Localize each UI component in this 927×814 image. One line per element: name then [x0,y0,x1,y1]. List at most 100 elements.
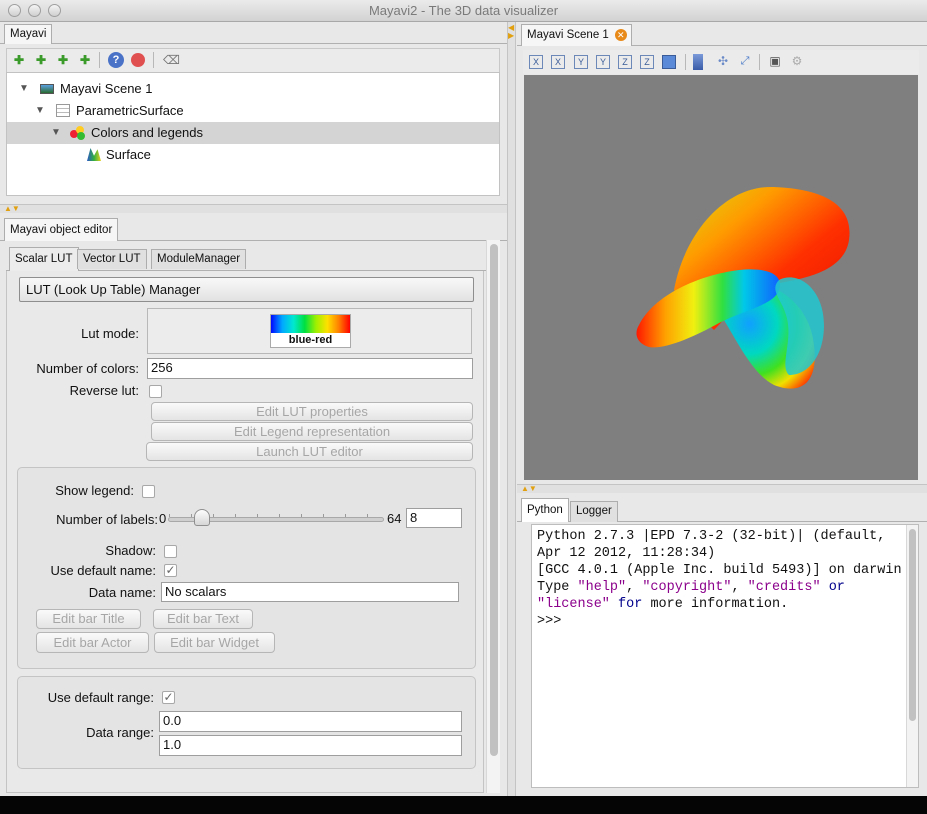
lut-preview: blue-red [270,314,351,348]
tab-scene[interactable]: Mayavi Scene 1 ✕ [521,24,632,46]
scalar-lut-content: LUT (Look Up Table) Manager Lut mode: bl… [6,271,484,793]
python-shell[interactable]: Python 2.7.3 |EPD 7.3-2 (32-bit)| (defau… [531,524,919,788]
mayavi-pipeline-panel: Mayavi ✚ ✚ ✚ ✚ ? ⌫ ▼ Mayavi Scene 1 ▼ Pa… [0,22,507,206]
right-horizontal-splitter[interactable]: ▲▼ [517,484,927,493]
tree-item-surface[interactable]: Surface [7,144,499,166]
scene-icon [40,84,54,94]
horizontal-splitter[interactable]: ▲▼ [0,204,507,213]
view-y-minus-icon[interactable]: Y [596,55,610,69]
num-labels-input[interactable]: 8 [406,508,462,528]
tree-item-colors-legends[interactable]: ▼ Colors and legends [7,122,499,144]
shell-line: "license" for more information. [537,596,903,613]
save-icon[interactable]: ▣ [767,53,783,69]
view-x-minus-icon[interactable]: X [551,55,565,69]
shell-line: Apr 12 2012, 11:28:34) [537,545,903,562]
shell-token: Type [537,580,578,595]
shell-token: [GCC 4.0.1 (Apple Inc. build 5493)] on d… [537,563,902,578]
edit-bar-title-button[interactable]: Edit bar Title [36,609,141,629]
scene-panel: Mayavi Scene 1 ✕ X X Y Y Z Z ✣ ⤢ ▣ ⚙ [517,22,927,484]
edit-bar-actor-button[interactable]: Edit bar Actor [36,632,149,653]
eraser-icon[interactable]: ⌫ [163,52,180,68]
tree-item-parametric-surface[interactable]: ▼ ParametricSurface [7,100,499,122]
use-default-range-checkbox[interactable]: ✓ [162,691,175,704]
tab-mayavi[interactable]: Mayavi [4,24,53,44]
edit-legend-representation-button[interactable]: Edit Legend representation [151,422,473,441]
shell-token: , [626,580,643,595]
range-max-input[interactable]: 1.0 [159,735,462,756]
tab-vector-lut[interactable]: Vector LUT [77,249,147,269]
tab-python[interactable]: Python [521,498,569,522]
shell-line: Type "help", "copyright", "credits" or [537,579,903,596]
shadow-label: Shadow: [105,543,156,558]
edit-bar-text-button[interactable]: Edit bar Text [153,609,253,629]
vertical-splitter[interactable]: ◀ ▶ [507,22,516,796]
tab-module-manager[interactable]: ModuleManager [151,249,247,269]
edit-bar-widget-button[interactable]: Edit bar Widget [154,632,275,653]
splitter-arrows-icon[interactable]: ▲▼ [4,204,20,213]
reverse-lut-label: Reverse lut: [69,383,139,398]
shell-token: , [731,580,748,595]
use-default-name-checkbox[interactable]: ✓ [164,564,177,577]
surface-icon [87,148,101,161]
range-min-input[interactable]: 0.0 [159,711,462,732]
parallel-projection-icon[interactable] [693,54,703,70]
num-labels-slider-thumb[interactable] [194,509,210,526]
minimize-window-button[interactable] [28,4,41,17]
scene-viewport[interactable] [524,75,918,480]
toolbar-separator [759,54,760,70]
expand-triangle-icon[interactable]: ▼ [51,122,61,144]
tab-object-editor[interactable]: Mayavi object editor [4,218,119,241]
view-z-minus-icon[interactable]: Z [640,55,654,69]
view-z-plus-icon[interactable]: Z [618,55,632,69]
add-module-icon[interactable]: ✚ [77,52,93,68]
shell-line: [GCC 4.0.1 (Apple Inc. build 5493)] on d… [537,562,903,579]
view-y-plus-icon[interactable]: Y [574,55,588,69]
configure-icon[interactable]: ⚙ [789,53,805,69]
shadow-checkbox[interactable] [164,545,177,558]
expand-triangle-icon[interactable]: ▼ [35,100,45,122]
shell-scrollbar[interactable] [906,525,918,787]
axes-icon[interactable]: ✣ [715,53,731,69]
isometric-view-icon[interactable] [662,55,676,69]
editor-scrollbar-thumb[interactable] [490,244,498,756]
close-window-button[interactable] [8,4,21,17]
view-x-plus-icon[interactable]: X [529,55,543,69]
expand-triangle-icon[interactable]: ▼ [19,78,29,100]
num-colors-input[interactable]: 256 [147,358,473,379]
add-source-icon[interactable]: ✚ [33,52,49,68]
scene-toolbar: X X Y Y Z Z ✣ ⤢ ▣ ⚙ [523,50,919,74]
lut-manager-header[interactable]: LUT (Look Up Table) Manager [19,277,474,302]
shell-token: Apr 12 2012, 11:28:34) [537,546,716,561]
close-tab-icon[interactable]: ✕ [614,29,627,41]
tree-item-scene[interactable]: ▼ Mayavi Scene 1 [7,78,499,100]
zoom-window-button[interactable] [48,4,61,17]
toolbar-separator [153,52,154,68]
stop-icon[interactable] [131,53,145,67]
lut-mode-selector[interactable]: blue-red [147,308,472,354]
shell-scrollbar-thumb[interactable] [909,529,916,721]
grid-icon [56,104,70,117]
shell-output: Python 2.7.3 |EPD 7.3-2 (32-bit)| (defau… [537,528,903,630]
splitter-arrows-icon[interactable]: ▲▼ [521,484,537,493]
shell-token: more information. [642,597,789,612]
tab-logger[interactable]: Logger [570,501,618,522]
add-filter-icon[interactable]: ✚ [55,52,71,68]
toolbar-separator [685,54,686,70]
show-legend-checkbox[interactable] [142,485,155,498]
show-legend-label: Show legend: [55,483,134,498]
shell-token: for [618,597,643,612]
shell-token: "copyright" [642,580,732,595]
scene-tab-label: Mayavi Scene 1 [527,29,609,41]
splitter-arrows-icon[interactable]: ◀ ▶ [508,24,514,40]
fullscreen-icon[interactable]: ⤢ [737,53,753,69]
data-name-label: Data name: [88,585,156,600]
edit-lut-properties-button[interactable]: Edit LUT properties [151,402,473,421]
launch-lut-editor-button[interactable]: Launch LUT editor [146,442,473,461]
help-icon[interactable]: ? [108,52,124,68]
tab-scalar-lut[interactable]: Scalar LUT [9,247,79,271]
add-scene-icon[interactable]: ✚ [11,52,27,68]
reverse-lut-checkbox[interactable] [149,385,162,398]
editor-scrollbar[interactable] [486,240,500,793]
shell-token: "license" [537,597,610,612]
data-name-input[interactable]: No scalars [161,582,459,602]
